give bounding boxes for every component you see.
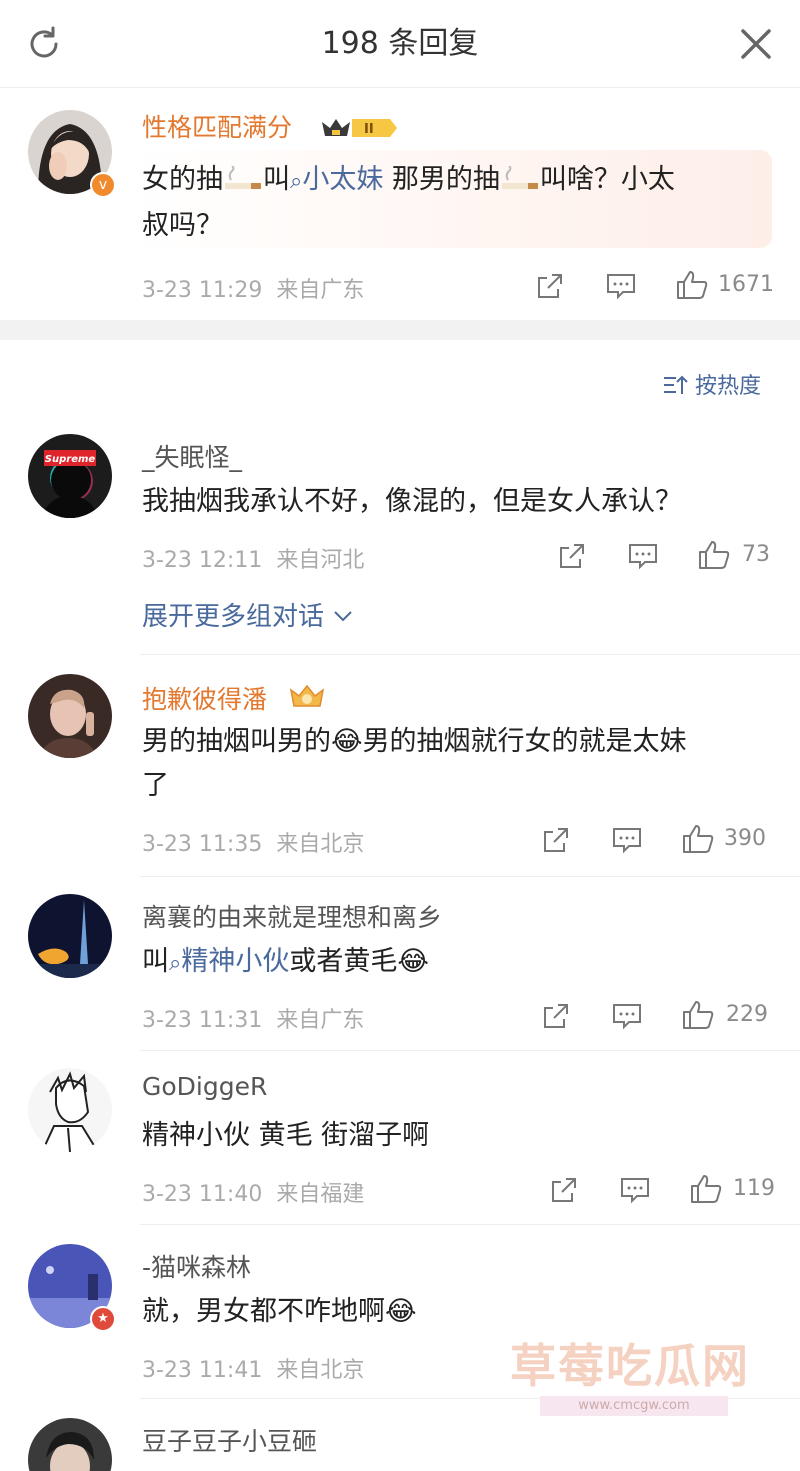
comment-meta: 3-23 11:31 来自广东: [142, 1008, 365, 1033]
reply-item: Supreme _失眠怪_ 我抽烟我承认不好，像混的，但是女人承认？ 3-23 …: [0, 420, 800, 655]
supreme-logo: Supreme: [45, 454, 96, 465]
comment-icon[interactable]: [612, 826, 642, 854]
comment-icon[interactable]: [606, 272, 636, 300]
laugh-cry-emoji-icon: 😂: [385, 1296, 417, 1327]
share-icon[interactable]: [542, 1002, 570, 1030]
like-icon[interactable]: [682, 824, 714, 854]
crown-badge-icon: [289, 684, 325, 707]
comment-text: 精神小伙 黄毛 街溜子啊: [142, 1120, 430, 1151]
page-title: 198 条回复: [321, 26, 479, 61]
username[interactable]: -猫咪森林: [142, 1248, 251, 1284]
username[interactable]: 离襄的由来就是理想和离乡: [142, 898, 442, 934]
divider: [140, 654, 800, 655]
like-icon[interactable]: [682, 1000, 714, 1030]
main-comment: v 性格匹配满分 II 女的抽 叫⌕小太妹 那男的抽 叫啥？小太 叔吗？ 3-23 1…: [0, 88, 800, 320]
comment-meta: 3-23 11:29 来自广东: [142, 278, 365, 303]
topic-link[interactable]: 精神小伙: [181, 946, 289, 977]
section-divider: [0, 320, 800, 340]
sort-icon: [664, 375, 688, 394]
share-icon[interactable]: [542, 826, 570, 854]
comment-text: 女的抽 叫⌕小太妹 那男的抽 叫啥？小太 叔吗？: [142, 162, 675, 241]
like-icon[interactable]: [690, 1174, 722, 1204]
comment-meta: 3-23 11:35 来自北京: [142, 832, 365, 857]
expand-conversation-link[interactable]: 展开更多组对话: [142, 596, 354, 633]
avatar[interactable]: [28, 674, 112, 758]
avatar[interactable]: [28, 894, 112, 978]
username[interactable]: _失眠怪_: [142, 438, 242, 474]
sort-button[interactable]: 按热度: [662, 368, 761, 400]
comment-icon[interactable]: [612, 1002, 642, 1030]
like-count: 73: [742, 542, 770, 567]
reply-item: 抱歉彼得潘 男的抽烟叫男的😂男的抽烟就行女的就是太妹了 3-23 11:35 来…: [0, 656, 800, 877]
topic-link[interactable]: 小太妹: [302, 164, 383, 195]
username[interactable]: GoDiggeR: [142, 1072, 267, 1101]
comment-icon[interactable]: [620, 1176, 650, 1204]
comment-text: 就，男女都不咋地啊😂: [142, 1296, 417, 1327]
laugh-cry-emoji-icon: 😂: [397, 946, 429, 977]
reply-item: 离襄的由来就是理想和离乡 叫⌕精神小伙或者黄毛😂 3-23 11:31 来自广东…: [0, 876, 800, 1051]
like-icon[interactable]: [676, 270, 708, 300]
avatar[interactable]: [28, 1068, 112, 1152]
comment-meta: 3-23 12:11 来自河北: [142, 548, 365, 573]
watermark-url: www.cmcgw.com: [540, 1396, 728, 1416]
avatar[interactable]: Supreme: [28, 434, 112, 518]
search-icon: ⌕: [290, 169, 303, 194]
like-count: 229: [726, 1002, 768, 1027]
avatar[interactable]: [28, 1418, 112, 1471]
share-icon[interactable]: [558, 542, 586, 570]
cigarette-icon: [500, 162, 540, 189]
laugh-cry-emoji-icon: 😂: [331, 726, 363, 757]
chevron-down-icon: [334, 611, 352, 622]
username[interactable]: 性格匹配满分: [142, 108, 292, 144]
reply-item: GoDiggeR 精神小伙 黄毛 街溜子啊 3-23 11:40 来自福建 11…: [0, 1050, 800, 1225]
like-count: 1671: [718, 272, 774, 297]
comment-text: 我抽烟我承认不好，像混的，但是女人承认？: [142, 486, 682, 517]
close-icon[interactable]: [734, 22, 778, 66]
watermark-logo: 草莓吃瓜网: [510, 1339, 750, 1393]
comment-icon[interactable]: [628, 542, 658, 570]
username[interactable]: 抱歉彼得潘: [142, 680, 267, 716]
comment-text: 男的抽烟叫男的😂男的抽烟就行女的就是太妹了: [142, 726, 687, 801]
share-icon[interactable]: [536, 272, 564, 300]
comment-text: 叫⌕精神小伙或者黄毛😂: [142, 946, 429, 977]
comment-meta: 3-23 11:40 来自福建: [142, 1182, 365, 1207]
username[interactable]: 豆子豆子小豆砸: [142, 1422, 317, 1458]
star-badge-icon: ★: [90, 1306, 116, 1332]
comment-meta: 3-23 11:41 来自北京: [142, 1358, 365, 1383]
svg-text:II: II: [364, 122, 374, 137]
share-icon[interactable]: [550, 1176, 578, 1204]
like-count: 390: [724, 826, 766, 851]
verified-badge-icon: v: [90, 172, 116, 198]
search-icon: ⌕: [169, 951, 182, 976]
like-icon[interactable]: [698, 540, 730, 570]
crown-badge-icon: II: [322, 119, 397, 137]
like-count: 119: [733, 1176, 775, 1201]
reply-header: 198 条回复: [0, 0, 800, 88]
cigarette-icon: [223, 162, 263, 189]
